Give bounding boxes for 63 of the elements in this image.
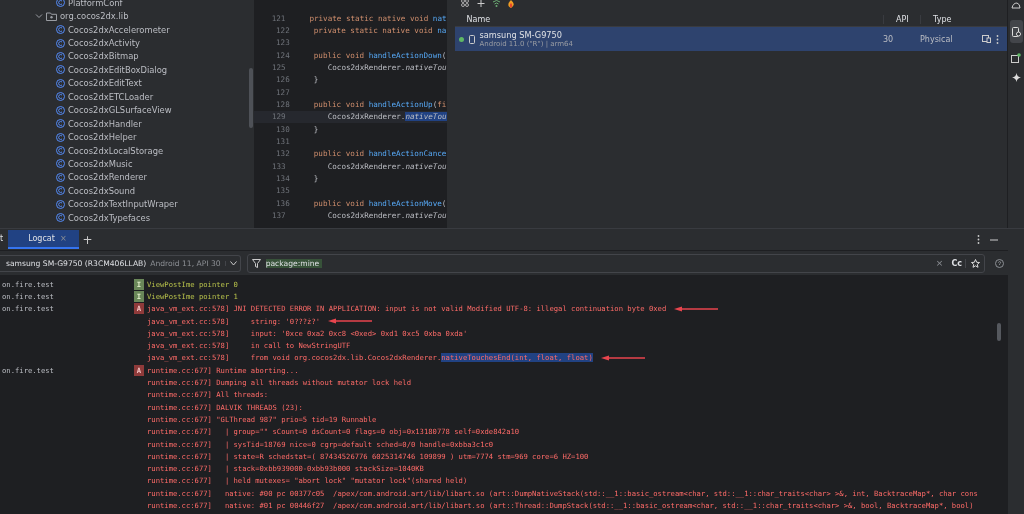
class-icon	[56, 199, 65, 209]
sparkle-icon[interactable]	[1011, 73, 1021, 82]
star-icon[interactable]	[971, 258, 980, 268]
tree-item[interactable]: Cocos2dxBitmap	[68, 51, 139, 62]
device-api: 30	[883, 34, 895, 44]
class-icon	[56, 186, 65, 196]
tree-item[interactable]: Cocos2dxAccelerometer	[68, 24, 170, 35]
tree-item[interactable]: Cocos2dxEditText	[68, 78, 142, 89]
class-icon	[56, 65, 65, 75]
tree-item[interactable]: Cocos2dxSound	[68, 185, 136, 196]
column-header[interactable]: Name	[454, 14, 883, 24]
class-icon	[56, 92, 65, 102]
tree-item[interactable]: Cocos2dxHandler	[68, 118, 142, 129]
tree-item[interactable]: Cocos2dxEditBoxDialog	[68, 64, 168, 75]
add-tab-button[interactable]: +	[78, 232, 97, 247]
class-icon	[56, 159, 65, 169]
class-icon	[56, 105, 65, 115]
more-icon[interactable]	[977, 235, 980, 244]
device-name: samsung SM-G9750	[479, 30, 563, 40]
tree-item[interactable]: Cocos2dxGLSurfaceView	[68, 105, 172, 116]
column-header[interactable]: API	[883, 14, 920, 24]
tree-item[interactable]: Cocos2dxHelper	[68, 132, 137, 143]
tree-item[interactable]: Cocos2dxLocalStorage	[68, 145, 164, 156]
tree-item[interactable]: Cocos2dxRenderer	[68, 172, 147, 183]
clear-button[interactable]: ×	[935, 258, 944, 268]
class-icon	[56, 78, 65, 88]
scrollbar[interactable]	[997, 323, 1001, 341]
flame-icon[interactable]	[506, 0, 515, 8]
class-icon	[56, 0, 65, 8]
mirror-device-icon[interactable]	[982, 35, 991, 43]
column-header[interactable]: Type	[920, 14, 982, 24]
tree-item[interactable]: Cocos2dxTextInputWraper	[68, 199, 178, 210]
grid-icon[interactable]	[460, 0, 471, 8]
class-icon	[56, 25, 65, 35]
scrollbar[interactable]	[249, 68, 254, 128]
tree-item[interactable]: Cocos2dxMusic	[68, 158, 133, 169]
tree-item[interactable]: org.cocos2dx.lib	[60, 11, 129, 22]
class-icon	[56, 213, 65, 223]
help-icon[interactable]	[995, 258, 1004, 268]
tree-item[interactable]: PlatformConf	[68, 0, 123, 8]
filter-icon	[251, 258, 261, 268]
device-explorer-icon[interactable]	[1011, 53, 1021, 63]
add-icon[interactable]	[476, 0, 486, 8]
device-type: Physical	[920, 34, 954, 44]
class-icon	[56, 51, 65, 61]
minimize-icon[interactable]	[990, 238, 998, 241]
wifi-icon[interactable]	[491, 0, 501, 8]
tree-item[interactable]: Cocos2dxActivity	[68, 38, 140, 49]
tree-item[interactable]: Cocos2dxETCLoader	[68, 91, 154, 102]
class-icon	[56, 119, 65, 129]
class-icon	[56, 132, 65, 142]
match-case-toggle[interactable]: Cc	[948, 258, 966, 268]
class-icon	[56, 38, 65, 48]
class-icon	[56, 172, 65, 182]
tree-item[interactable]: Cocos2dxTypefaces	[68, 212, 151, 223]
tab[interactable]: t	[0, 230, 9, 249]
package-folder-icon	[46, 11, 57, 21]
device-manager-icon[interactable]	[1011, 27, 1021, 37]
more-icon[interactable]	[996, 34, 999, 44]
chevron-icon	[229, 260, 237, 266]
tab[interactable]: Logcat ×	[8, 230, 79, 249]
class-icon	[56, 146, 65, 156]
phone-icon	[468, 34, 475, 44]
